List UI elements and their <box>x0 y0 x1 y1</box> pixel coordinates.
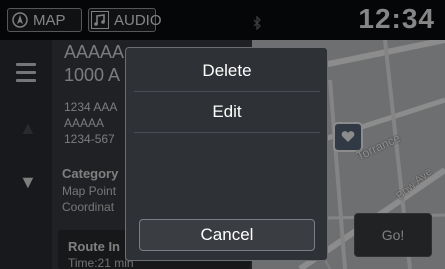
divider <box>134 132 320 133</box>
divider <box>134 91 320 92</box>
options-popup: Delete Edit Cancel <box>125 47 328 261</box>
cancel-button[interactable]: Cancel <box>139 219 315 251</box>
navigation-screen: MAP AUDIO 12:34 Torrance Bow Ave ▲ ▼ AAA… <box>0 0 445 269</box>
delete-menu-item[interactable]: Delete <box>134 52 320 90</box>
edit-menu-item[interactable]: Edit <box>134 93 320 131</box>
